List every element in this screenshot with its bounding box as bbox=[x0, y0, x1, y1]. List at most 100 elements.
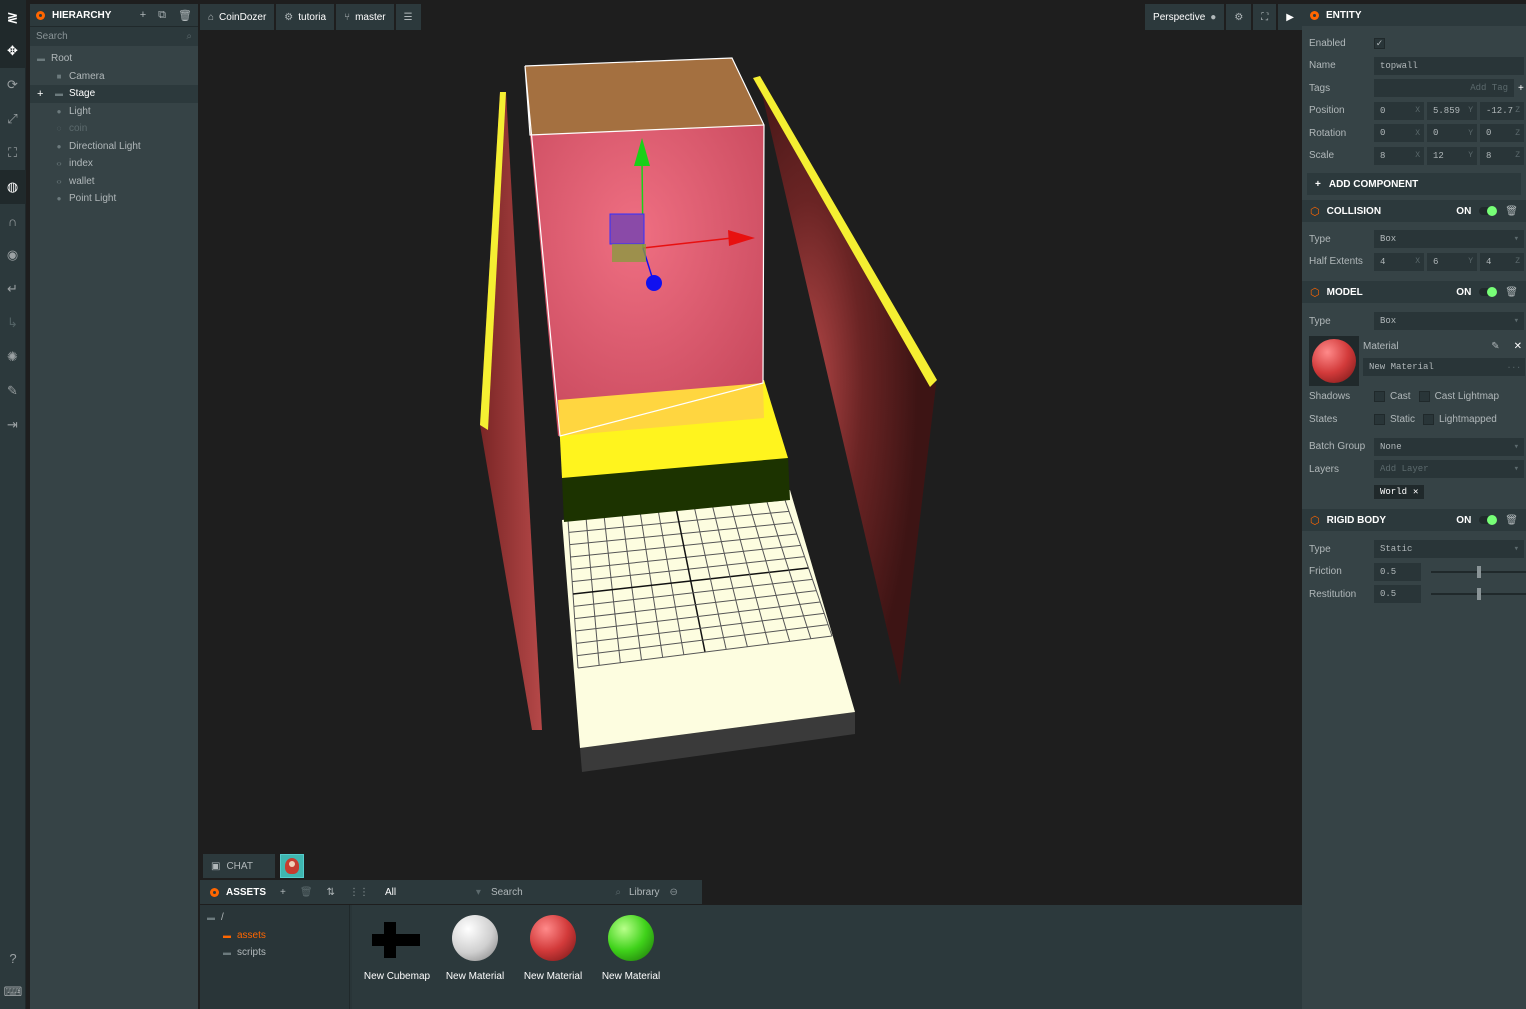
enabled-checkbox[interactable]: ✓ bbox=[1374, 37, 1385, 49]
rotation-y-field[interactable]: 0Y bbox=[1427, 124, 1477, 143]
lightmapper-icon[interactable]: ✺ bbox=[0, 340, 25, 374]
launch-button[interactable]: ▶ bbox=[1278, 4, 1302, 30]
tree-node-directional-light[interactable]: ● Directional Light bbox=[30, 138, 198, 156]
publish-icon[interactable]: ⇥ bbox=[0, 408, 25, 442]
name-field[interactable]: topwall bbox=[1374, 56, 1524, 75]
scale-y-field[interactable]: 12 Y bbox=[1427, 146, 1477, 165]
tree-node-index[interactable]: ‹› index bbox=[30, 155, 198, 173]
scene-canvas[interactable] bbox=[200, 0, 1302, 905]
delete-icon[interactable]: 🗑 bbox=[1505, 515, 1518, 526]
project-button[interactable]: ⌂ CoinDozer bbox=[200, 4, 275, 30]
slider-knob[interactable] bbox=[1477, 565, 1482, 578]
code-editor-icon[interactable]: ✎ bbox=[0, 374, 25, 408]
world-space-icon[interactable]: ◍ bbox=[0, 170, 25, 204]
tree-node-coin[interactable]: ◌ coin bbox=[30, 120, 198, 138]
help-icon[interactable]: ? bbox=[0, 941, 26, 975]
model-header[interactable]: ⬡ MODEL ON 🗑 bbox=[1302, 281, 1526, 303]
gizmo-z-handle[interactable] bbox=[646, 275, 662, 291]
collision-type-select[interactable]: Box ▾ bbox=[1374, 230, 1524, 249]
delete-asset-icon[interactable]: 🗑 bbox=[300, 887, 313, 898]
playcanvas-logo-icon[interactable]: ≷ bbox=[0, 0, 25, 34]
asset-filter-select[interactable]: All ▾ bbox=[385, 887, 481, 898]
folder-root[interactable]: ▬ / bbox=[200, 909, 349, 927]
lightmapped-checkbox[interactable] bbox=[1423, 413, 1435, 425]
scene-viewport[interactable]: ⌂ CoinDozer ⚙ tutoria ⑂ master ☰ Perspectiv… bbox=[200, 0, 1302, 905]
layer-chip-world[interactable]: World ✕ bbox=[1374, 484, 1425, 499]
cast-checkbox[interactable] bbox=[1374, 391, 1385, 403]
keyboard-shortcuts-icon[interactable]: ⌨ bbox=[0, 975, 26, 1009]
tree-node-stage[interactable]: + ▬ Stage bbox=[30, 85, 198, 103]
camera-select[interactable]: Perspective ● bbox=[1145, 4, 1225, 30]
collision-toggle[interactable] bbox=[1479, 206, 1498, 216]
friction-field[interactable]: 0.5 bbox=[1374, 562, 1422, 581]
friction-slider[interactable] bbox=[1431, 565, 1526, 578]
half-y-field[interactable]: 6Y bbox=[1427, 252, 1477, 271]
add-asset-icon[interactable]: + bbox=[280, 887, 286, 898]
rotate-tool-icon[interactable]: ⟳ bbox=[0, 68, 25, 102]
library-button[interactable]: Library bbox=[629, 887, 660, 898]
material-thumbnail[interactable] bbox=[1309, 335, 1359, 386]
tree-node-point-light[interactable]: ● Point Light bbox=[30, 190, 198, 208]
add-entity-icon[interactable]: + bbox=[140, 9, 146, 22]
focus-eye-icon[interactable]: ◉ bbox=[0, 238, 25, 272]
model-toggle[interactable] bbox=[1479, 287, 1498, 297]
branch-button[interactable]: ⑂ master bbox=[336, 4, 394, 30]
redo-icon[interactable]: ↳ bbox=[0, 306, 25, 340]
restitution-slider[interactable] bbox=[1431, 588, 1526, 601]
scale-x-field[interactable]: 8X bbox=[1374, 146, 1424, 165]
tags-input[interactable]: Add Tag bbox=[1374, 79, 1514, 98]
add-component-button[interactable]: + ADD COMPONENT bbox=[1307, 173, 1521, 195]
close-icon[interactable]: ✕ bbox=[1514, 341, 1522, 352]
rigidbody-header[interactable]: ⬡ RIGID BODY ON 🗑 bbox=[1302, 509, 1526, 531]
tree-node-wallet[interactable]: ‹› wallet bbox=[30, 173, 198, 191]
tree-node-camera[interactable]: ■ Camera bbox=[30, 68, 198, 86]
rotation-z-field[interactable]: 0Z bbox=[1480, 124, 1524, 143]
refresh-icon[interactable]: ⇅ bbox=[327, 887, 335, 898]
hierarchy-search-input[interactable]: Search ⌕ bbox=[30, 26, 198, 46]
batch-group-select[interactable]: None ▾ bbox=[1374, 437, 1524, 456]
asset-search-input[interactable]: Search ⌕ bbox=[491, 887, 621, 898]
scale-z-field[interactable]: 8Z bbox=[1480, 146, 1524, 165]
asset-item[interactable]: New Material bbox=[592, 913, 670, 1009]
position-x-field[interactable]: 0X bbox=[1374, 101, 1424, 120]
half-x-field[interactable]: 4X bbox=[1374, 252, 1424, 271]
rotation-x-field[interactable]: 0X bbox=[1374, 124, 1424, 143]
edit-icon[interactable]: ✎ bbox=[1491, 341, 1499, 352]
close-icon[interactable]: ✕ bbox=[1413, 487, 1418, 497]
scale-tool-icon[interactable]: ⤢ bbox=[0, 102, 25, 136]
fullscreen-button[interactable]: ⛶ bbox=[1253, 4, 1277, 30]
folder-scripts[interactable]: ▬ scripts bbox=[200, 944, 349, 962]
rigidbody-type-select[interactable]: Static ▾ bbox=[1374, 540, 1524, 559]
static-checkbox[interactable] bbox=[1374, 413, 1385, 425]
asset-item[interactable]: New Material bbox=[436, 913, 514, 1009]
slider-knob[interactable] bbox=[1477, 588, 1482, 601]
snap-magnet-icon[interactable]: ∩ bbox=[0, 204, 25, 238]
asset-item[interactable]: New Material bbox=[514, 913, 592, 1009]
rigidbody-toggle[interactable] bbox=[1479, 515, 1498, 525]
translate-tool-icon[interactable]: ✥ bbox=[0, 34, 25, 68]
delete-icon[interactable]: 🗑 bbox=[178, 9, 192, 22]
material-field[interactable]: New Material... bbox=[1363, 357, 1525, 376]
left-wall[interactable] bbox=[480, 92, 542, 730]
user-avatar[interactable] bbox=[280, 854, 304, 878]
collision-header[interactable]: ⬡ COLLISION ON 🗑 bbox=[1302, 200, 1526, 222]
layers-input[interactable]: Add Layer ▾ bbox=[1374, 460, 1524, 479]
resize-tool-icon[interactable]: ⛶ bbox=[0, 136, 25, 170]
tree-node-root[interactable]: ▬ Root bbox=[30, 50, 198, 68]
delete-icon[interactable]: 🗑 bbox=[1505, 287, 1518, 298]
chat-button[interactable]: ▣ CHAT bbox=[203, 854, 275, 878]
gizmo-plane-xy[interactable] bbox=[609, 213, 645, 245]
viewport-settings-button[interactable]: ⚙ bbox=[1226, 4, 1252, 30]
restitution-field[interactable]: 0.5 bbox=[1374, 585, 1422, 604]
asset-item[interactable]: New Cubemap bbox=[358, 913, 436, 1009]
position-z-field[interactable]: -12.7 Z bbox=[1480, 101, 1524, 120]
half-z-field[interactable]: 4Z bbox=[1480, 252, 1524, 271]
gizmo-plane-xz[interactable] bbox=[612, 244, 646, 262]
scene-settings-button[interactable]: ⚙ tutoria bbox=[276, 4, 335, 30]
cast-lightmap-checkbox[interactable] bbox=[1418, 391, 1430, 403]
delete-icon[interactable]: 🗑 bbox=[1505, 206, 1518, 217]
scenes-list-button[interactable]: ☰ bbox=[395, 4, 421, 30]
undo-icon[interactable]: ↵ bbox=[0, 272, 25, 306]
duplicate-icon[interactable]: ⧉ bbox=[158, 9, 166, 22]
model-type-select[interactable]: Box ▾ bbox=[1374, 312, 1524, 331]
